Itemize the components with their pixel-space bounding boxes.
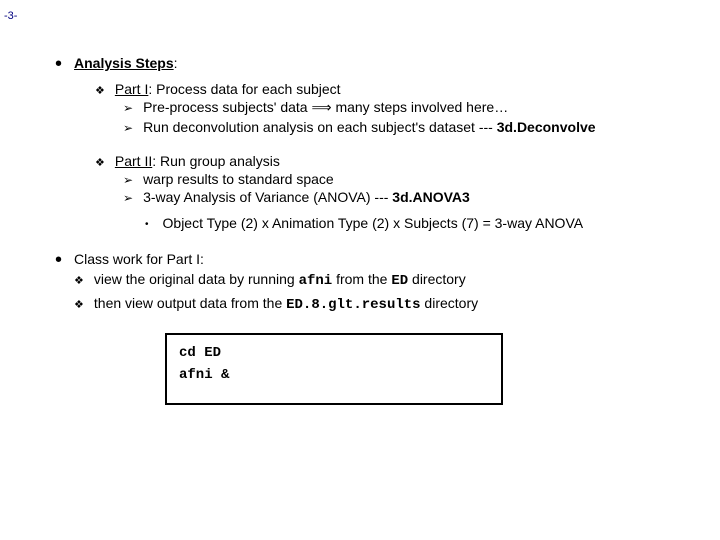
classwork-l1-text: view the original data by running afni f… [94,271,466,289]
classwork-body: Class work for Part I: ❖ view the origin… [74,251,478,315]
part2-a2: 3-way Analysis of Variance (ANOVA) --- 3… [143,189,470,205]
part1-a1-post: many steps involved here… [332,99,509,115]
diamond-icon: ❖ [74,298,84,311]
part1-a2: Run deconvolution analysis on each subje… [143,119,595,135]
small-bullet-icon: • [145,219,149,231]
slide-content: • Analysis Steps: ❖ Part I: Process data… [0,0,720,405]
part2-block: ❖ Part II: Run group analysis ➢ warp res… [95,153,700,231]
part1-arrow2: ➢ Run deconvolution analysis on each sub… [123,119,700,135]
part2-arrows: ➢ warp results to standard space ➢ 3-way… [123,171,700,205]
cw-l2-pre: then view output data from the [94,295,286,311]
code-line-2: afni & [179,367,489,383]
diamond-icon: ❖ [95,156,105,169]
cw-l1-mid: from the [332,271,391,287]
cw-l1-pre: view the original data by running [94,271,299,287]
diamond-icon: ❖ [95,84,105,97]
part2-inner: • Object Type (2) x Animation Type (2) x… [145,215,700,231]
part1-a2-pre: Run deconvolution analysis on each subje… [143,119,497,135]
diamond-icon: ❖ [74,274,84,287]
arrow-icon: ➢ [123,191,133,205]
arrow-icon: ➢ [123,173,133,187]
heading-colon: : [174,55,178,71]
part2-label: Part II [115,153,152,169]
part1-text: Part I: Process data for each subject [115,81,341,97]
heading-text: Analysis Steps [74,55,174,71]
part2-a2-bold: 3d.ANOVA3 [392,189,470,205]
heading-line: Analysis Steps: [74,55,178,71]
cw-l2-code: ED.8.glt.results [286,297,420,313]
cw-l2-post: directory [421,295,479,311]
part1-arrow1: ➢ Pre-process subjects' data ⟹ many step… [123,99,700,117]
cw-l1-post: directory [408,271,466,287]
part2-a2-pre: 3-way Analysis of Variance (ANOVA) --- [143,189,392,205]
bullet-dot-icon: • [55,57,62,71]
part1-label: Part I [115,81,148,97]
part1-block: ❖ Part I: Process data for each subject … [95,81,700,135]
part1-a1: Pre-process subjects' data ⟹ many steps … [143,99,508,117]
code-box: cd ED afni & [165,333,503,405]
code-line-1: cd ED [179,345,489,361]
part1-a1-pre: Pre-process subjects' data [143,99,311,115]
cw-l1-code1: afni [299,273,333,289]
classwork-lead: Class work for Part I: [74,251,478,267]
part1-row: ❖ Part I: Process data for each subject [95,81,700,97]
arrow-icon: ➢ [123,101,133,115]
arrow-icon: ➢ [123,121,133,135]
part2-row: ❖ Part II: Run group analysis [95,153,700,169]
cw-l1-code2: ED [391,273,408,289]
implies-icon: ⟹ [311,101,331,116]
part2-arrow2: ➢ 3-way Analysis of Variance (ANOVA) ---… [123,189,700,205]
page-number: -3- [4,10,17,22]
part2-text: Part II: Run group analysis [115,153,280,169]
part1-rest: : Process data for each subject [148,81,340,97]
part2-arrow1: ➢ warp results to standard space [123,171,700,187]
bullet-dot-icon: • [55,253,62,315]
classwork-l2: ❖ then view output data from the ED.8.gl… [74,295,478,313]
bullet-analysis-steps: • Analysis Steps: [55,55,700,71]
bullet-classwork: • Class work for Part I: ❖ view the orig… [55,251,700,315]
part1-arrows: ➢ Pre-process subjects' data ⟹ many step… [123,99,700,135]
part2-a1: warp results to standard space [143,171,334,187]
classwork-l1: ❖ view the original data by running afni… [74,271,478,289]
part2-inner-text: Object Type (2) x Animation Type (2) x S… [163,215,584,231]
classwork-l2-text: then view output data from the ED.8.glt.… [94,295,478,313]
part1-a2-bold: 3d.Deconvolve [497,119,596,135]
part2-inner-row: • Object Type (2) x Animation Type (2) x… [145,215,700,231]
part2-rest: : Run group analysis [152,153,280,169]
